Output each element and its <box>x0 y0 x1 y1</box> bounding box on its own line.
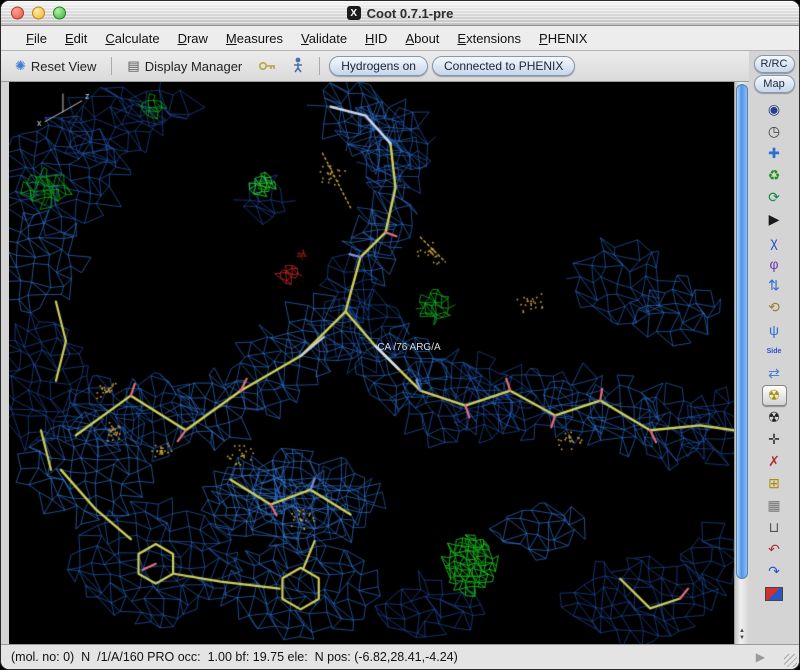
flip-peptide-icon[interactable]: ⇅ <box>762 275 787 296</box>
key-icon <box>258 59 276 74</box>
figure-icon <box>292 57 304 76</box>
torsion-general-icon[interactable]: φ <box>762 253 787 274</box>
radiation-active-icon[interactable]: ☢ <box>761 385 787 406</box>
navigation-sphere-icon[interactable]: ◉ <box>762 99 787 120</box>
title-area: X Coot 0.7.1-pre <box>346 5 454 21</box>
map-button[interactable]: Map <box>753 75 795 93</box>
place-atom-icon[interactable]: ✛ <box>762 429 787 450</box>
pointer-icon[interactable]: ▶ <box>762 209 787 230</box>
titlebar[interactable]: X Coot 0.7.1-pre <box>1 1 799 26</box>
rrc-button[interactable]: R/RC <box>753 55 795 73</box>
key-icon-button[interactable] <box>252 57 282 76</box>
add-terminal-residue-icon[interactable]: ⊞ <box>762 473 787 494</box>
side-chain-flip-icon[interactable]: Side <box>762 341 787 362</box>
scroll-down-icon[interactable]: ▼ <box>739 635 745 642</box>
viewport[interactable]: CA /76 ARG/A <box>9 82 734 644</box>
move-fragment-icon[interactable]: ✚ <box>762 143 787 164</box>
scrollbar-arrows: ▲ ▼ <box>735 628 749 644</box>
menu-extensions[interactable]: Extensions <box>448 29 530 48</box>
reset-view-label: Reset View <box>30 58 97 74</box>
display-manager-button[interactable]: ▤ Display Manager <box>121 56 248 76</box>
phenix-connection-button[interactable]: Connected to PHENIX <box>431 56 576 76</box>
close-button[interactable] <box>11 6 24 20</box>
minimize-button[interactable] <box>32 6 45 20</box>
status-text: (mol. no: 0) N /1/A/160 PRO occ: 1.00 bf… <box>11 650 458 664</box>
vertical-scrollbar[interactable]: ▲ ▼ <box>734 82 749 644</box>
window-controls <box>11 6 66 20</box>
right-toolbar: ◉ ◷ ✚ ♻ ⟳ ▶ χ φ ⇅ ⟲ ψ Side ⇄ ☢ ☢ ✛ ✗ ⊞ ▦ ⊔ ↶ ↷ <box>761 99 787 644</box>
menu-draw[interactable]: Draw <box>169 29 217 48</box>
reset-view-icon: ✺ <box>15 58 26 73</box>
phenix-swatch-icon[interactable] <box>762 583 787 604</box>
menu-calculate[interactable]: Calculate <box>96 29 168 48</box>
undo-icon[interactable]: ↶ <box>762 539 787 560</box>
menu-file[interactable]: File <box>17 29 56 48</box>
app-window: X Coot 0.7.1-pre File Edit Calculate Draw Me… <box>0 0 800 670</box>
status-play-icon[interactable]: ▶ <box>756 650 765 664</box>
toolbar-separator <box>111 57 113 75</box>
hydrogens-toggle-button[interactable]: Hydrogens on <box>329 56 428 76</box>
menu-phenix[interactable]: PHENIX <box>530 29 596 48</box>
menu-validate[interactable]: Validate <box>292 29 356 48</box>
scrollbar-thumb[interactable] <box>736 84 748 579</box>
radiation-dark-icon[interactable]: ☢ <box>762 407 787 428</box>
mutate-icon[interactable]: ⇄ <box>762 363 787 384</box>
redo-icon[interactable]: ↷ <box>762 561 787 582</box>
ligand-builder-icon[interactable]: ▦ <box>762 495 787 516</box>
refine-zone-icon[interactable]: ⟳ <box>762 187 787 208</box>
display-manager-icon: ▤ <box>127 58 140 73</box>
rotamers-icon[interactable]: ψ <box>762 319 787 340</box>
statusbar: (mol. no: 0) N /1/A/160 PRO occ: 1.00 bf… <box>1 644 799 669</box>
menu-about[interactable]: About <box>396 29 448 48</box>
x11-app-icon: X <box>346 6 361 20</box>
window-title: Coot 0.7.1-pre <box>366 5 454 21</box>
clear-pending-icon[interactable]: ✗ <box>762 451 787 472</box>
figure-icon-button[interactable] <box>286 55 310 78</box>
scroll-up-icon[interactable]: ▲ <box>739 628 745 635</box>
menu-hid[interactable]: HID <box>356 29 396 48</box>
menubar: File Edit Calculate Draw Measures Validate HID… <box>1 26 799 51</box>
residue-label: CA /76 ARG/A <box>377 341 441 353</box>
menu-measures[interactable]: Measures <box>217 29 292 48</box>
resize-grip[interactable] <box>784 654 797 667</box>
reset-view-button[interactable]: ✺ Reset View <box>9 56 102 76</box>
rotate-translate-icon[interactable]: ⟲ <box>762 297 787 318</box>
toolbar-separator <box>319 57 321 75</box>
display-manager-label: Display Manager <box>144 58 243 74</box>
trash-icon[interactable]: ⊔ <box>762 517 787 538</box>
regularize-zone-icon[interactable]: ♻ <box>762 165 787 186</box>
zoom-button[interactable] <box>53 6 66 20</box>
toolbar: ✺ Reset View ▤ Display Manager Hydrogens… <box>1 51 749 82</box>
right-panel: R/RC Map ◉ ◷ ✚ ♻ ⟳ ▶ χ φ ⇅ ⟲ ψ Side ⇄ ☢ ☢ ✛ ✗ ⊞ ▦ ⊔ ↶ ↷ <box>749 51 799 644</box>
history-clock-icon[interactable]: ◷ <box>762 121 787 142</box>
chi-angles-icon[interactable]: χ <box>762 231 787 252</box>
menu-edit[interactable]: Edit <box>56 29 96 48</box>
molecular-canvas[interactable] <box>9 82 734 644</box>
